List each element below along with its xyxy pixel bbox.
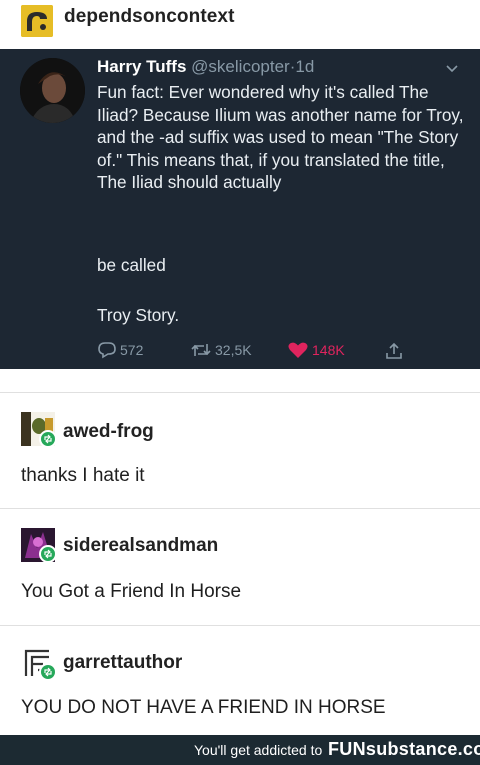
reply-icon — [98, 342, 116, 359]
reblog-text: You Got a Friend In Horse — [21, 581, 242, 602]
reblog-entry: garrettauthor YOU DO NOT HAVE A FRIEND I… — [0, 626, 480, 734]
reblog-text: thanks I hate it — [21, 465, 145, 486]
reply-count: 572 — [120, 342, 144, 358]
tweet-text-line-3: Troy Story. — [97, 305, 180, 325]
heart-icon — [288, 342, 308, 358]
footer-tagline: You'll get addicted to — [194, 742, 323, 758]
reblog-entry: siderealsandman You Got a Friend In Hors… — [0, 509, 480, 624]
blog-avatar[interactable] — [21, 5, 53, 37]
share-button[interactable] — [384, 341, 407, 361]
tweet-card: Harry Tuffs @skelicopter·1d Fun fact: Ev… — [0, 49, 480, 369]
tweet-text: Fun fact: Ever wondered why it's called … — [97, 82, 464, 193]
like-count: 148K — [312, 342, 345, 358]
footer-brand[interactable]: FUNsubstance.com — [328, 739, 480, 760]
tweet-actions: 572 32,5K 148K — [97, 341, 417, 363]
reblog-badge-icon — [39, 545, 57, 563]
tweet-handle[interactable]: @skelicopter — [191, 57, 290, 76]
reblog-entry: awed-frog thanks I hate it — [0, 393, 480, 508]
tweet-time: 1d — [295, 57, 315, 76]
portrait-icon — [20, 58, 85, 123]
tumblr-avatar-icon — [21, 5, 53, 37]
share-icon — [386, 342, 402, 359]
reblog-badge-icon — [39, 430, 57, 448]
retweet-icon — [191, 344, 211, 356]
retweet-button[interactable]: 32,5K — [190, 341, 252, 359]
tweet-text-line-2: be called — [97, 255, 166, 275]
tweet-author-name[interactable]: Harry Tuffs — [97, 57, 186, 76]
retweet-count: 32,5K — [215, 342, 252, 358]
reply-button[interactable]: 572 — [97, 341, 143, 359]
watermark-footer: You'll get addicted to FUNsubstance.com — [0, 735, 480, 765]
reblog-header: dependsoncontext — [0, 0, 480, 46]
blog-name[interactable]: dependsoncontext — [64, 6, 235, 28]
username[interactable]: garrettauthor — [63, 652, 182, 674]
username[interactable]: awed-frog — [63, 421, 154, 443]
reblog-badge-icon — [39, 663, 57, 681]
reblog-text: YOU DO NOT HAVE A FRIEND IN HORSE — [21, 697, 386, 718]
tweet-author-avatar[interactable] — [20, 58, 85, 123]
tweet-header: Harry Tuffs @skelicopter·1d — [97, 57, 314, 77]
like-button[interactable]: 148K — [287, 341, 345, 359]
username[interactable]: siderealsandman — [63, 535, 218, 557]
chevron-down-icon[interactable] — [445, 61, 459, 73]
